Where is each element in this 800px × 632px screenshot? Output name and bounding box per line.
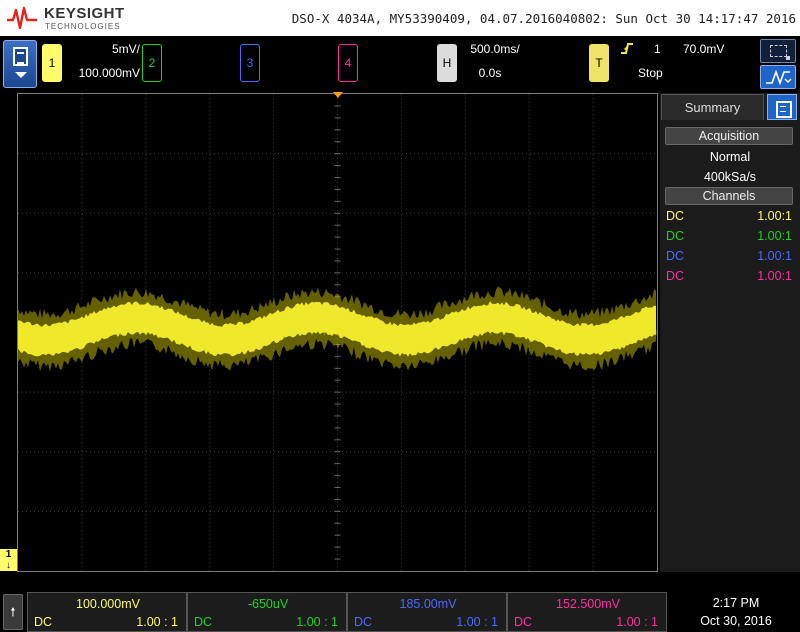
channel-offset: 152.500mV bbox=[556, 597, 620, 611]
run-state: Stop bbox=[638, 66, 663, 80]
instrument-title: DSO-X 4034A, MY53390409, 04.07.201604080… bbox=[291, 11, 796, 26]
channel-3-status[interactable]: 185.00mV DC 1.00 : 1 bbox=[347, 592, 507, 632]
trigger-level: 70.0mV bbox=[683, 42, 725, 56]
channel-coupling: DC bbox=[666, 269, 685, 283]
channel-coupling: DC bbox=[514, 615, 533, 629]
touch-trigger-icon[interactable] bbox=[760, 65, 796, 89]
horizontal-position: 0.0s bbox=[478, 66, 502, 80]
channel-probe: 1.00:1 bbox=[757, 249, 792, 263]
channel-probe: 1.00 : 1 bbox=[296, 615, 338, 629]
channel-1-offset: 100.000mV bbox=[78, 66, 140, 80]
channel-4-button[interactable]: 4 bbox=[338, 44, 358, 82]
channel-offset: -650uV bbox=[247, 597, 289, 611]
channels-header[interactable]: Channels bbox=[665, 187, 793, 205]
trigger-position-marker[interactable] bbox=[333, 92, 343, 98]
channel-4-status[interactable]: 152.500mV DC 1.00 : 1 bbox=[507, 592, 667, 632]
channel-offset: 100.000mV bbox=[76, 597, 140, 611]
channel-1-button[interactable]: 1 bbox=[42, 44, 62, 82]
document-icon bbox=[13, 47, 28, 66]
waveform-graticule[interactable] bbox=[17, 93, 658, 572]
channel-coupling: DC bbox=[194, 615, 213, 629]
chevron-down-icon bbox=[15, 72, 27, 78]
channel-offset: 185.00mV bbox=[399, 597, 457, 611]
horizontal-button[interactable]: H bbox=[437, 44, 457, 82]
clock-date: Oct 30, 2016 bbox=[700, 614, 772, 628]
channel-probe: 1.00:1 bbox=[757, 269, 792, 283]
channel-coupling: DC bbox=[666, 229, 685, 243]
channel-1-ground-marker[interactable]: 1 ↓ bbox=[0, 549, 17, 571]
channel-coupling: DC bbox=[666, 209, 685, 223]
panel-menu-icon[interactable] bbox=[767, 94, 797, 120]
control-row: 1 5mV/ 100.000mV 2 3 4 H 500.0ms/ 0.0s T… bbox=[0, 36, 800, 92]
status-bar: 🠕 100.000mV DC 1.00 : 1 -650uV DC 1.00 :… bbox=[0, 592, 800, 632]
channel-1-status[interactable]: 100.000mV DC 1.00 : 1 bbox=[27, 592, 187, 632]
channel-probe: 1.00 : 1 bbox=[456, 615, 498, 629]
keysight-wave-icon bbox=[7, 6, 37, 30]
trigger-button[interactable]: T bbox=[589, 44, 609, 82]
title-bar: KEYSIGHT TECHNOLOGIES DSO-X 4034A, MY533… bbox=[0, 0, 800, 36]
acquisition-header[interactable]: Acquisition bbox=[665, 127, 793, 145]
channel-2-status[interactable]: -650uV DC 1.00 : 1 bbox=[187, 592, 347, 632]
channel-probe: 1.00:1 bbox=[757, 229, 792, 243]
rising-edge-icon bbox=[621, 43, 633, 54]
keysight-logo: KEYSIGHT TECHNOLOGIES bbox=[6, 4, 136, 32]
tab-summary[interactable]: Summary bbox=[661, 94, 764, 120]
channel-probe: 1.00 : 1 bbox=[136, 615, 178, 629]
channel-probe: 1.00:1 bbox=[757, 209, 792, 223]
clock-time: 2:17 PM bbox=[712, 596, 760, 610]
channel-coupling: DC bbox=[354, 615, 373, 629]
sample-rate: 400kSa/s bbox=[703, 170, 757, 184]
channel-1-scale: 5mV/ bbox=[111, 42, 140, 56]
channel-2-button[interactable]: 2 bbox=[142, 44, 162, 82]
main-menu-button[interactable] bbox=[3, 40, 37, 88]
brand-subtitle: TECHNOLOGIES bbox=[45, 22, 121, 31]
channel-probe: 1.00 : 1 bbox=[616, 615, 658, 629]
horizontal-scale: 500.0ms/ bbox=[470, 42, 520, 56]
channel-coupling: DC bbox=[34, 615, 53, 629]
brand-name: KEYSIGHT bbox=[44, 5, 125, 22]
trigger-source: 1 bbox=[654, 42, 661, 56]
arrow-up-icon[interactable]: 🠕 bbox=[3, 594, 23, 630]
zoom-select-icon[interactable] bbox=[760, 39, 796, 63]
acquisition-mode: Normal bbox=[709, 150, 751, 164]
summary-panel: Summary Acquisition Normal 400kSa/s Chan… bbox=[660, 93, 800, 572]
channel-3-button[interactable]: 3 bbox=[240, 44, 260, 82]
channel-coupling: DC bbox=[666, 249, 685, 263]
